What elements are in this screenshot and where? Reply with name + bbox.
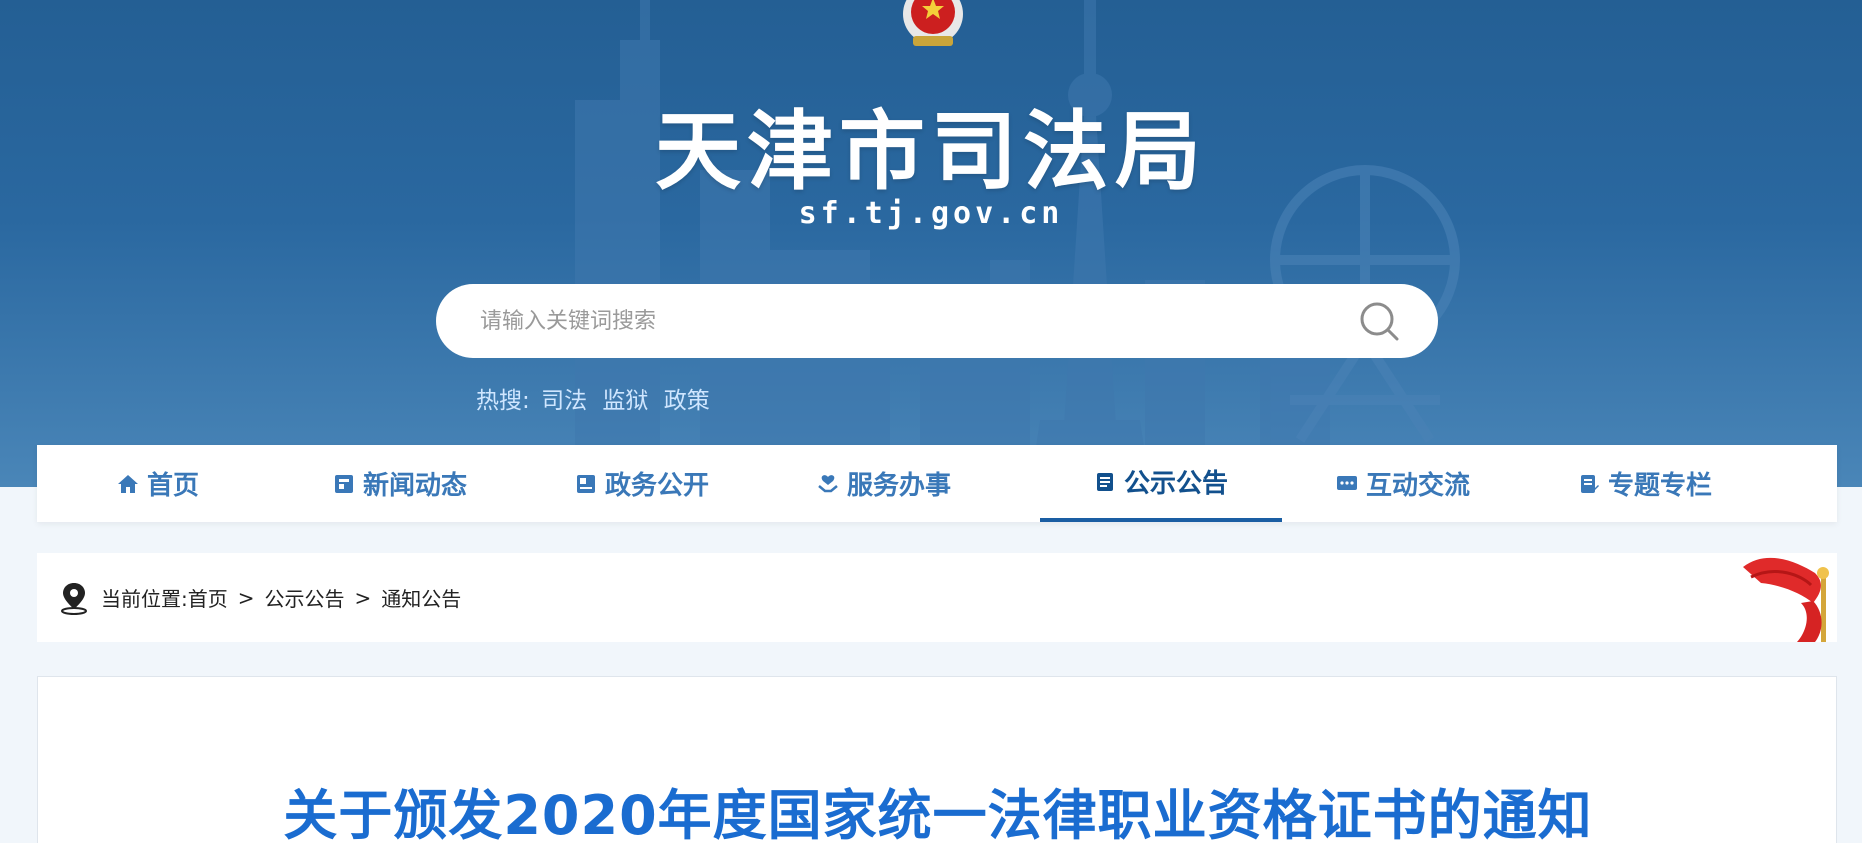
nav-item-label: 专题专栏	[1607, 471, 1712, 501]
nav-item-news[interactable]: 新闻动态	[279, 445, 521, 522]
breadcrumb: 当前位置: 首页 > 公示公告 > 通知公告	[59, 553, 461, 642]
header-banner: 天津市司法局 sf.tj.gov.cn 热搜: 司法 监狱 政策	[0, 0, 1862, 487]
hot-search-term[interactable]: 司法	[541, 388, 587, 414]
national-emblem-icon	[903, 0, 963, 46]
site-title: 天津市司法局	[655, 102, 1207, 202]
main-nav: 首页 新闻动态 政务公开 服务办事 公示公告 互动交流 专题专栏	[37, 445, 1837, 522]
city-skyline-background	[575, 0, 1460, 487]
red-flag-decoration-icon	[1743, 557, 1829, 642]
breadcrumb-announcements[interactable]: 公示公告	[265, 583, 345, 612]
nav-item-home[interactable]: 首页	[37, 445, 279, 522]
article-panel: 关于颁发2020年度国家统一法律职业资格证书的通知	[37, 676, 1837, 843]
search-input[interactable]	[480, 284, 1340, 358]
breadcrumb-bar: 当前位置: 首页 > 公示公告 > 通知公告	[37, 553, 1837, 642]
hot-search: 热搜: 司法 监狱 政策	[476, 381, 718, 415]
nav-item-services[interactable]: 服务办事	[763, 445, 1005, 522]
nav-item-interaction[interactable]: 互动交流	[1282, 445, 1524, 522]
notice-book-icon	[1096, 472, 1113, 491]
document-icon	[576, 474, 595, 493]
breadcrumb-prefix: 当前位置:	[101, 587, 188, 611]
chat-icon	[1336, 475, 1357, 490]
breadcrumb-separator: >	[237, 585, 255, 610]
news-icon	[334, 474, 353, 493]
hot-search-term[interactable]: 政策	[664, 388, 710, 414]
site-domain: sf.tj.gov.cn	[798, 196, 1064, 231]
location-pin-icon	[61, 582, 87, 615]
article-title: 关于颁发2020年度国家统一法律职业资格证书的通知	[283, 784, 1593, 843]
breadcrumb-home[interactable]: 首页	[188, 583, 228, 612]
breadcrumb-separator: >	[354, 585, 372, 610]
nav-item-label: 政务公开	[604, 471, 709, 501]
nav-item-label: 服务办事	[846, 471, 951, 501]
nav-item-label: 公示公告	[1123, 469, 1228, 499]
nav-item-label: 首页	[146, 471, 199, 501]
search-icon[interactable]	[1356, 298, 1404, 346]
service-hand-icon	[818, 474, 838, 492]
nav-item-special-topics[interactable]: 专题专栏	[1524, 445, 1766, 522]
hot-search-label: 热搜:	[476, 388, 530, 414]
nav-item-label: 互动交流	[1365, 471, 1470, 501]
edit-doc-icon	[1580, 474, 1599, 493]
nav-item-announcements[interactable]: 公示公告	[1040, 445, 1282, 522]
breadcrumb-notices[interactable]: 通知公告	[381, 583, 461, 612]
hot-search-term[interactable]: 监狱	[602, 388, 648, 414]
search-box	[436, 284, 1438, 358]
home-icon	[117, 474, 138, 493]
nav-item-label: 新闻动态	[362, 471, 467, 501]
nav-item-gov-affairs[interactable]: 政务公开	[521, 445, 763, 522]
